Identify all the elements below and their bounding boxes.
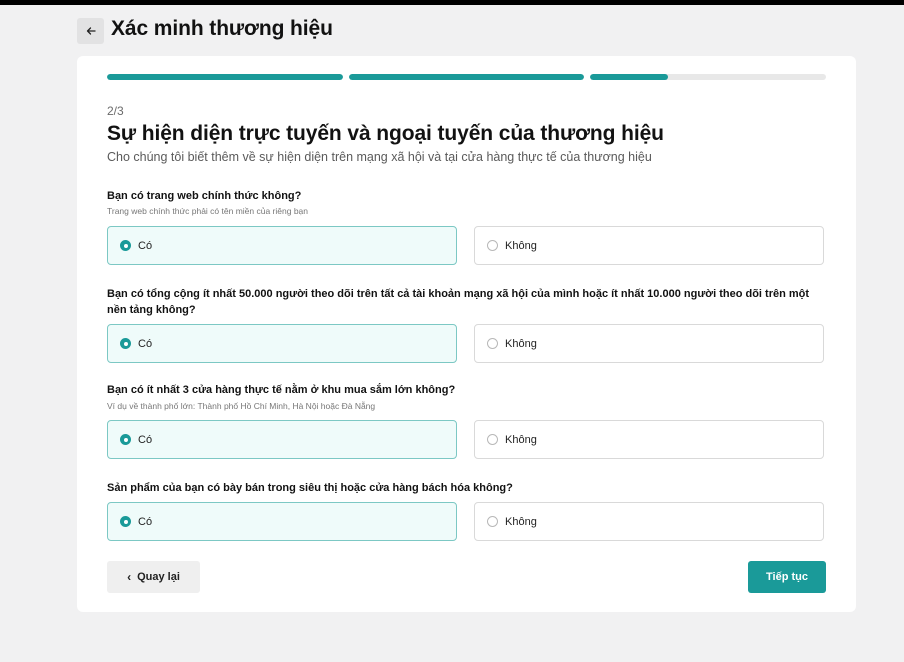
back-button[interactable]: ‹ Quay lại bbox=[107, 561, 200, 593]
question-1-hint: Trang web chính thức phải có tên miền củ… bbox=[107, 206, 308, 216]
question-4-no-option[interactable]: Không bbox=[474, 502, 824, 541]
option-label: Có bbox=[138, 337, 153, 350]
page-title: Xác minh thương hiệu bbox=[111, 17, 333, 40]
question-3-no-option[interactable]: Không bbox=[474, 420, 824, 459]
chevron-left-icon: ‹ bbox=[127, 570, 132, 584]
question-3-yes-option[interactable]: Có bbox=[107, 420, 457, 459]
radio-checked-icon[interactable] bbox=[120, 434, 131, 445]
option-label: Không bbox=[505, 337, 537, 350]
radio-checked-icon[interactable] bbox=[120, 338, 131, 349]
top-bar bbox=[0, 0, 904, 5]
option-label: Có bbox=[138, 239, 153, 252]
question-1: Bạn có trang web chính thức không? bbox=[107, 190, 302, 202]
radio-unchecked-icon[interactable] bbox=[487, 240, 498, 251]
question-2-no-option[interactable]: Không bbox=[474, 324, 824, 363]
option-label: Có bbox=[138, 515, 153, 528]
radio-unchecked-icon[interactable] bbox=[487, 516, 498, 527]
question-1-yes-option[interactable]: Có bbox=[107, 226, 457, 265]
question-3: Bạn có ít nhất 3 cửa hàng thực tế nằm ở … bbox=[107, 384, 456, 396]
header-back-button[interactable] bbox=[77, 18, 104, 44]
section-heading: Sự hiện diện trực tuyến và ngoại tuyến c… bbox=[107, 122, 664, 145]
radio-unchecked-icon[interactable] bbox=[487, 434, 498, 445]
progress-segment-2 bbox=[349, 74, 584, 80]
continue-button[interactable]: Tiếp tục bbox=[748, 561, 826, 593]
radio-checked-icon[interactable] bbox=[120, 240, 131, 251]
progress-segment-3 bbox=[590, 74, 826, 80]
question-4-yes-option[interactable]: Có bbox=[107, 502, 457, 541]
continue-button-label: Tiếp tục bbox=[766, 571, 808, 583]
step-indicator: 2/3 bbox=[107, 104, 124, 118]
question-2: Bạn có tổng cộng ít nhất 50.000 người th… bbox=[107, 288, 810, 316]
progress-segment-1 bbox=[107, 74, 343, 80]
form-card: 2/3 Sự hiện diện trực tuyến và ngoại tuy… bbox=[77, 56, 856, 612]
option-label: Không bbox=[505, 515, 537, 528]
arrow-left-icon bbox=[86, 27, 96, 35]
question-4: Sản phẩm của bạn có bày bán trong siêu t… bbox=[107, 482, 513, 494]
question-3-hint: Ví dụ về thành phố lớn: Thành phố Hồ Chí… bbox=[107, 401, 376, 411]
question-2-yes-option[interactable]: Có bbox=[107, 324, 457, 363]
radio-checked-icon[interactable] bbox=[120, 516, 131, 527]
section-subheading: Cho chúng tôi biết thêm về sự hiện diện … bbox=[107, 150, 652, 164]
progress-bar bbox=[107, 74, 826, 80]
option-label: Không bbox=[505, 433, 537, 446]
back-button-label: Quay lại bbox=[137, 571, 180, 583]
radio-unchecked-icon[interactable] bbox=[487, 338, 498, 349]
option-label: Có bbox=[138, 433, 153, 446]
question-1-no-option[interactable]: Không bbox=[474, 226, 824, 265]
option-label: Không bbox=[505, 239, 537, 252]
